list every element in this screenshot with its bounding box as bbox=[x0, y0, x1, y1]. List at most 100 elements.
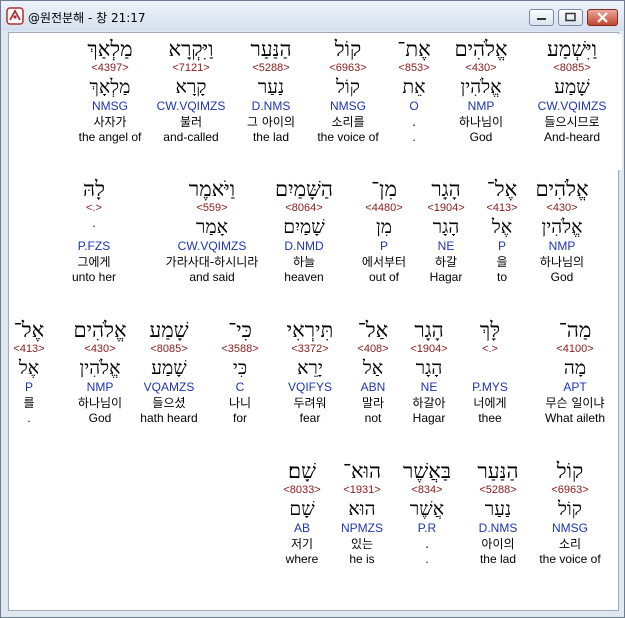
strong-number: <834> bbox=[411, 484, 443, 496]
korean-gloss: 그 아이의 bbox=[247, 115, 295, 129]
hebrew-word: הַשָּׁמַיִם bbox=[274, 177, 334, 201]
word-column[interactable]: מַה־ <4100> מָה APT 무슨 일이냐 What aileth bbox=[545, 318, 605, 426]
morphology-code: NE bbox=[420, 380, 438, 394]
morphology-code: CW.VQIMZS bbox=[537, 99, 607, 113]
korean-gloss: 들으셨 bbox=[152, 396, 186, 410]
hebrew-root: אֱלֹהִין bbox=[79, 357, 121, 379]
morphology-code: D.NMS bbox=[251, 99, 291, 113]
english-gloss: the voice of bbox=[317, 130, 379, 144]
english-gloss: he is bbox=[349, 552, 375, 566]
word-column[interactable]: אֱלֹהִים <430> אֱלֹהִין NMP 하나님이 God bbox=[454, 37, 507, 145]
hebrew-root: מַלְאָךְ bbox=[89, 76, 131, 98]
morphology-code: NMSG bbox=[552, 521, 588, 535]
word-column[interactable]: הוּא־ <1931> הוּא NPMZS 있는 he is bbox=[341, 459, 383, 567]
hebrew-root: נַעַר bbox=[484, 498, 512, 520]
hebrew-root: הָגָר bbox=[432, 216, 460, 238]
close-icon bbox=[597, 12, 608, 23]
korean-gloss: 소리를 bbox=[331, 115, 365, 129]
word-column[interactable]: וַיִּקְרָא <7121> קָרָא CW.VQIMZS 불러 and-call… bbox=[157, 37, 226, 145]
word-column[interactable]: בַּאֲשֶׁר <834> אֲשֶׁר P.R.. bbox=[403, 459, 451, 567]
word-column[interactable]: אַל־ <408> אַל ABN 말라 not bbox=[357, 318, 388, 426]
korean-gloss: 있는 bbox=[350, 537, 374, 551]
hebrew-word: מִן־ bbox=[371, 177, 397, 201]
strong-number: <3372> bbox=[291, 343, 329, 355]
hebrew-word: שָׁם׃ bbox=[288, 459, 316, 483]
hebrew-word: אֱלֹהִים bbox=[535, 177, 589, 201]
english-gloss: . bbox=[27, 411, 31, 425]
english-gloss: heaven bbox=[284, 270, 324, 284]
hebrew-root: מָה bbox=[563, 357, 587, 379]
hebrew-word: מַלְאַךְ bbox=[87, 37, 133, 61]
word-column[interactable]: אֶת־ <853> אֵת O.. bbox=[397, 37, 430, 145]
interlinear-panel: וַיִּשְׁמַע <8085> שָׁמַע CW.VQIMZS 들으시므로 And… bbox=[8, 32, 622, 611]
word-column[interactable]: וַיֹּאמֶר <559> אָמַר CW.VQIMZS 가라사대-하시니라 and… bbox=[166, 177, 259, 285]
word-column[interactable]: שָׁם׃ <8033> שָׁם AB 저기 where bbox=[283, 459, 320, 567]
word-column[interactable]: לָּךְ <.> P.MYS 너에게 thee bbox=[472, 318, 508, 426]
word-column[interactable]: הַנַּעַר <5288> נַעַר D.NMS 그 아이의 the lad bbox=[247, 37, 295, 145]
morphology-code: NMP bbox=[467, 99, 495, 113]
english-gloss: where bbox=[285, 552, 319, 566]
word-column[interactable]: הַשָּׁמַיִם <8064> שָׁמַיִם D.NMD 하늘 heaven bbox=[275, 177, 333, 285]
word-column[interactable]: קוֹל <6963> קוֹל NMSG 소리 the voice of bbox=[539, 459, 600, 567]
word-column[interactable]: אֶל־ <413> אֶל P 를. bbox=[13, 318, 44, 426]
english-gloss: God bbox=[88, 411, 112, 425]
maximize-button[interactable] bbox=[558, 9, 583, 26]
hebrew-root: כִּי bbox=[232, 357, 248, 379]
strong-number: <1904> bbox=[427, 202, 465, 214]
morphology-code: NMP bbox=[548, 239, 576, 253]
word-column[interactable]: לָהּ<.>ּP.FZS 그에게unto her bbox=[72, 177, 116, 285]
word-column[interactable]: כִּי־ <3588> כִּי C 나니 for bbox=[221, 318, 258, 426]
word-column[interactable]: אֱלֹהִים <430> אֱלֹהִין NMP 하나님의 God bbox=[535, 177, 588, 285]
hebrew-root: אֱלֹהִין bbox=[460, 76, 502, 98]
strong-number: <4100> bbox=[556, 343, 594, 355]
strong-number: <.> bbox=[86, 202, 102, 214]
english-gloss: And-heard bbox=[543, 130, 601, 144]
minimize-icon bbox=[537, 18, 546, 20]
korean-gloss: 그에게 bbox=[77, 255, 111, 269]
minimize-button[interactable] bbox=[529, 9, 554, 26]
close-button[interactable] bbox=[587, 9, 618, 26]
strong-number: <413> bbox=[13, 343, 45, 355]
korean-gloss: 하나님이 bbox=[77, 396, 123, 410]
english-gloss: for bbox=[232, 411, 248, 425]
hebrew-root: אֲשֶׁר bbox=[409, 498, 445, 520]
hebrew-word: הָגָר bbox=[414, 318, 444, 342]
korean-gloss: 소리 bbox=[558, 537, 582, 551]
word-column[interactable]: מִן־ <4480> מִן P 에서부터 out of bbox=[362, 177, 406, 285]
hebrew-root: שָׁמַע bbox=[554, 76, 590, 98]
english-gloss: unto her bbox=[71, 270, 117, 284]
word-column[interactable]: וַיִּשְׁמַע <8085> שָׁמַע CW.VQIMZS 들으시므로 And… bbox=[538, 37, 607, 145]
hebrew-root: הָגָר bbox=[415, 357, 443, 379]
morphology-code: NMSG bbox=[92, 99, 128, 113]
morphology-code: NPMZS bbox=[341, 521, 383, 535]
title-bar[interactable]: @원전분해 - 창 21:17 bbox=[1, 1, 624, 31]
english-gloss: thee bbox=[478, 411, 502, 425]
hebrew-root: אֶל bbox=[18, 357, 40, 379]
word-column[interactable]: הָגָר <1904> הָגָר NE 하갈 Hagar bbox=[427, 177, 464, 285]
morphology-code: D.NMD bbox=[284, 239, 324, 253]
english-gloss: the voice of bbox=[539, 552, 601, 566]
korean-gloss: 말라 bbox=[361, 396, 385, 410]
word-column[interactable]: הָגָר <1904> הָגָר NE 하갈아 Hagar bbox=[410, 318, 447, 426]
word-column[interactable]: הַנַּעַר <5288> נַעַר D.NMS 아이의 the lad bbox=[477, 459, 518, 567]
hebrew-word: וַיִּשְׁמַע bbox=[546, 37, 598, 61]
english-gloss: hath heard bbox=[140, 411, 198, 425]
english-gloss: and said bbox=[189, 270, 235, 284]
morphology-code: P bbox=[379, 239, 389, 253]
strong-number: <7121> bbox=[172, 62, 210, 74]
word-column[interactable]: אֱלֹהִים <430> אֱלֹהִין NMP 하나님이 God bbox=[73, 318, 126, 426]
hebrew-word: אֶת־ bbox=[397, 37, 431, 61]
korean-gloss: 무슨 일이냐 bbox=[545, 396, 605, 410]
word-column[interactable]: קוֹל <6963> קוֹל NMSG 소리를 the voice of bbox=[317, 37, 378, 145]
word-column[interactable]: מַלְאַךְ <4397> מַלְאָךְ NMSG 사자가 the angel o… bbox=[79, 37, 142, 145]
strong-number: <8033> bbox=[283, 484, 321, 496]
word-column[interactable]: תִּירְאִי <3372> יָרֵא VQIFYS 두려워 fear bbox=[287, 318, 334, 426]
english-gloss: the angel of bbox=[78, 130, 142, 144]
hebrew-word: אֱלֹהִים bbox=[73, 318, 127, 342]
word-column[interactable]: שָׁמַע <8085> שָׁמַע VQAMZS 들으셨 hath heard bbox=[140, 318, 197, 426]
word-column[interactable]: אֶל־ <413> אֶל P 을 to bbox=[486, 177, 517, 285]
korean-gloss: 들으시므로 bbox=[544, 115, 600, 129]
hebrew-word: קוֹל bbox=[556, 459, 584, 483]
hebrew-root: אָמַר bbox=[196, 216, 228, 238]
strong-number: <.> bbox=[482, 343, 498, 355]
